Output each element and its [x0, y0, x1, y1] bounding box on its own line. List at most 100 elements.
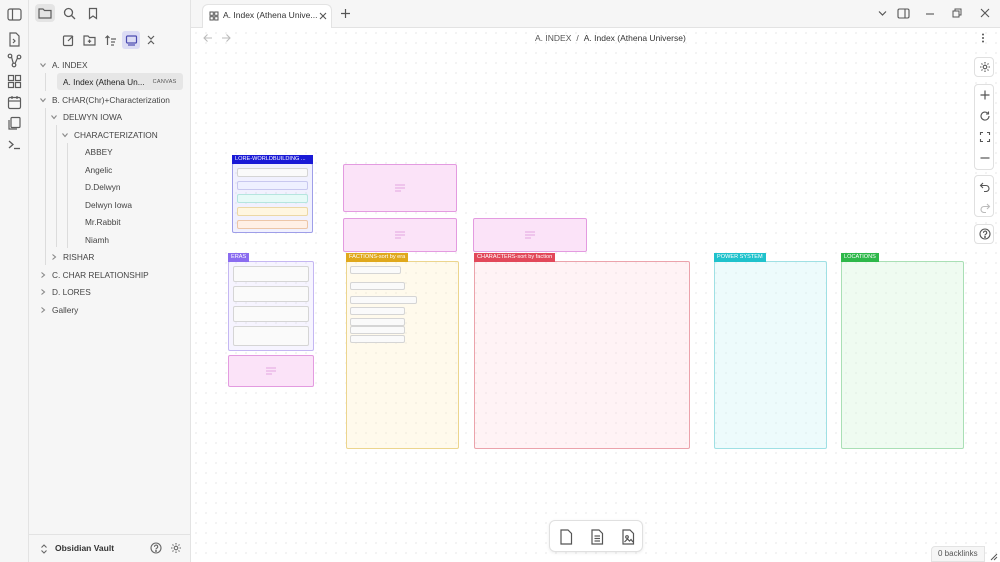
- backlinks-status[interactable]: 0 backlinks: [931, 546, 985, 562]
- media-icon[interactable]: [619, 528, 637, 546]
- canvas-settings-group: [974, 57, 994, 77]
- folder-icon[interactable]: [35, 4, 55, 22]
- right-sidebar-toggle-icon[interactable]: [897, 7, 910, 20]
- vault-switcher-icon[interactable]: [40, 544, 48, 554]
- help-group: [974, 224, 994, 244]
- tree-folder-rishar[interactable]: RISHAR: [63, 248, 94, 265]
- tree-folder-gallery[interactable]: Gallery: [52, 301, 78, 318]
- lore-card[interactable]: [237, 207, 308, 216]
- tree-label: Gallery: [52, 304, 79, 315]
- faction-card[interactable]: [350, 326, 405, 334]
- tab-active[interactable]: A. Index (Athena Unive...: [202, 4, 332, 28]
- undo-icon[interactable]: [979, 180, 991, 192]
- note-card[interactable]: [473, 218, 587, 252]
- tree-file-mr-rabbit[interactable]: Mr.Rabbit: [85, 213, 121, 230]
- breadcrumb-current[interactable]: A. Index (Athena Universe): [584, 33, 686, 43]
- forward-icon[interactable]: [221, 33, 231, 43]
- faction-card[interactable]: [350, 318, 405, 326]
- chevron-right-icon[interactable]: [39, 271, 47, 279]
- tree-label: Angelic: [85, 164, 113, 175]
- lore-card[interactable]: [237, 220, 308, 229]
- tree-folder-delwyn-iowa[interactable]: DELWYN IOWA: [63, 108, 122, 125]
- indent-guide: [67, 143, 68, 248]
- group-label-eras: ERAS: [228, 253, 250, 262]
- note-card[interactable]: [343, 218, 457, 252]
- era-card[interactable]: [233, 306, 309, 322]
- graph-view-icon[interactable]: [6, 52, 23, 69]
- chevron-down-icon[interactable]: [39, 96, 47, 104]
- back-icon[interactable]: [203, 33, 213, 43]
- tree-folder-d-lores[interactable]: D. LORES: [52, 283, 91, 300]
- bookmark-icon[interactable]: [83, 4, 103, 22]
- chevron-right-icon[interactable]: [39, 288, 47, 296]
- new-note-icon[interactable]: [59, 31, 77, 49]
- era-card[interactable]: [233, 266, 309, 282]
- redo-icon[interactable]: [979, 201, 991, 213]
- lore-card[interactable]: [237, 181, 308, 190]
- chevron-down-icon[interactable]: [39, 61, 47, 69]
- calendar-icon[interactable]: [6, 94, 23, 111]
- close-icon[interactable]: [319, 12, 327, 20]
- lore-card[interactable]: [237, 168, 308, 177]
- group-power-system[interactable]: [714, 261, 827, 449]
- group-characters[interactable]: [474, 261, 690, 449]
- help-icon[interactable]: [150, 542, 162, 554]
- resize-grip-icon[interactable]: [990, 553, 998, 561]
- auto-reveal-icon[interactable]: [122, 31, 140, 49]
- note-card[interactable]: [228, 355, 314, 387]
- faction-card[interactable]: [350, 282, 405, 290]
- tree-label: A. Index (Athena Un...: [63, 76, 145, 87]
- collapse-all-icon[interactable]: [142, 31, 160, 49]
- lore-card[interactable]: [237, 194, 308, 203]
- tree-folder-characterization[interactable]: CHARACTERIZATION: [74, 126, 158, 143]
- tree-file-a-index-canvas[interactable]: A. Index (Athena Un... CANVAS: [57, 73, 183, 90]
- card-icon[interactable]: [557, 528, 575, 546]
- era-card[interactable]: [233, 286, 309, 302]
- settings-icon[interactable]: [170, 542, 182, 554]
- plus-icon[interactable]: [979, 89, 991, 101]
- canvas-icon[interactable]: [6, 73, 23, 90]
- reset-icon[interactable]: [979, 110, 991, 122]
- terminal-icon[interactable]: [6, 136, 23, 153]
- faction-card[interactable]: [350, 335, 405, 343]
- minus-icon[interactable]: [979, 152, 991, 164]
- faction-card[interactable]: [350, 266, 401, 274]
- vault-name[interactable]: Obsidian Vault: [55, 543, 114, 553]
- minimize-icon[interactable]: [925, 9, 935, 19]
- group-locations[interactable]: [841, 261, 964, 449]
- help-icon[interactable]: [979, 228, 991, 240]
- fit-icon[interactable]: [979, 131, 991, 143]
- search-icon[interactable]: [59, 4, 79, 22]
- chevron-right-icon[interactable]: [50, 253, 58, 261]
- restore-icon[interactable]: [952, 8, 962, 18]
- note-card[interactable]: [343, 164, 457, 212]
- tree-file-niamh[interactable]: Niamh: [85, 231, 109, 248]
- faction-card[interactable]: [350, 307, 405, 315]
- tree-folder-c-char-relationship[interactable]: C. CHAR RELATIONSHIP: [52, 266, 149, 283]
- new-tab-icon[interactable]: [340, 8, 351, 19]
- tree-file-angelic[interactable]: Angelic: [85, 161, 112, 178]
- era-card[interactable]: [233, 326, 309, 346]
- chevron-right-icon[interactable]: [39, 306, 47, 314]
- close-window-icon[interactable]: [980, 8, 990, 18]
- more-options-icon[interactable]: [980, 32, 986, 44]
- sort-icon[interactable]: [101, 31, 119, 49]
- new-folder-icon[interactable]: [80, 31, 98, 49]
- open-quick-switcher-icon[interactable]: [6, 31, 23, 48]
- faction-card[interactable]: [350, 296, 417, 304]
- sidebar-toggle-icon[interactable]: [6, 6, 23, 23]
- note-icon[interactable]: [588, 528, 606, 546]
- text-lines-icon: [266, 367, 276, 375]
- tree-file-abbey[interactable]: ABBEY: [85, 143, 113, 160]
- settings-icon[interactable]: [979, 61, 991, 73]
- tree-folder-b-char[interactable]: B. CHAR(Chr)+Characterization: [52, 91, 170, 108]
- tree-file-delwyn-iowa[interactable]: Delwyn Iowa: [85, 196, 132, 213]
- chevron-down-icon[interactable]: [50, 113, 58, 121]
- breadcrumb-parent[interactable]: A. INDEX: [535, 33, 571, 43]
- tree-folder-a-index[interactable]: A. INDEX: [52, 56, 88, 73]
- templates-icon[interactable]: [6, 115, 23, 132]
- tab-list-icon[interactable]: [877, 9, 888, 18]
- tree-file-d-delwyn[interactable]: D.Delwyn: [85, 178, 121, 195]
- chevron-down-icon[interactable]: [61, 131, 69, 139]
- tree-label: C. CHAR RELATIONSHIP: [52, 269, 149, 280]
